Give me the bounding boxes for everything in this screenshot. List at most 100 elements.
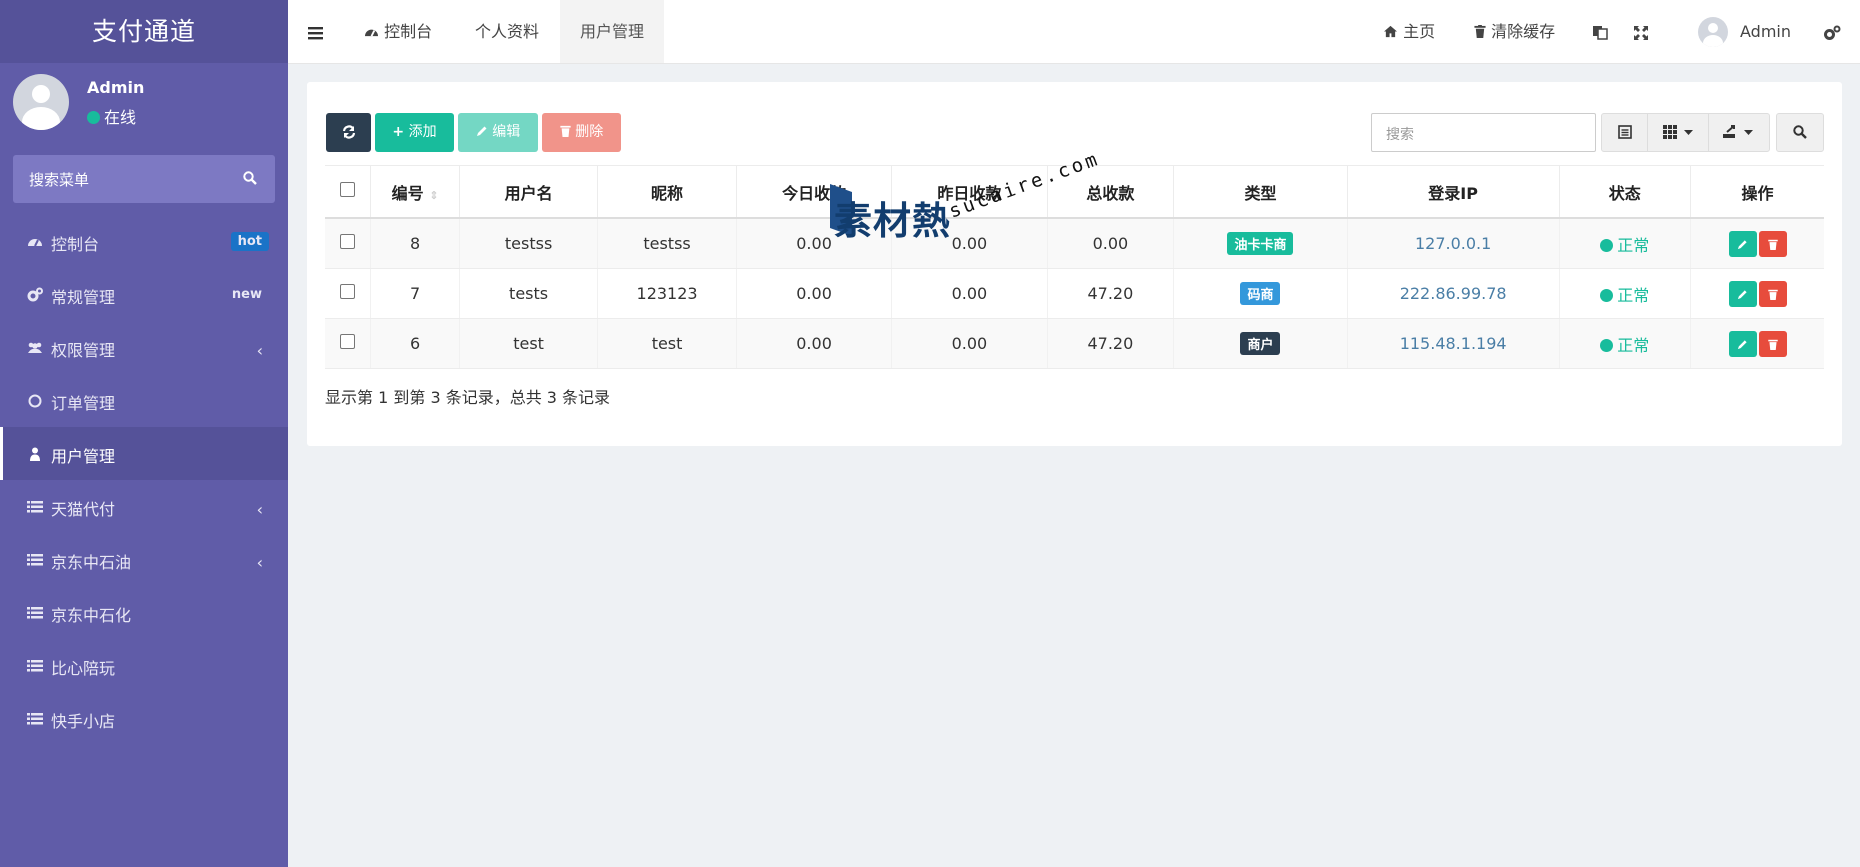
cell-nickname: test [597,318,737,369]
export-icon [1723,125,1735,138]
sidebar-item-orders[interactable]: 订单管理 [0,374,288,427]
card-view-icon [1618,125,1632,139]
columns-dropdown-button[interactable] [1647,113,1710,152]
row-edit-button[interactable] [1728,230,1757,257]
export-dropdown-button[interactable] [1708,113,1770,152]
refresh-button[interactable] [326,113,371,152]
table-row[interactable]: 6 test test 0.00 0.00 47.20 商户 115.48.1.… [325,318,1824,369]
search-icon[interactable] [243,171,257,185]
new-badge: new [231,287,262,302]
home-link[interactable]: 主页 [1383,0,1435,63]
add-button[interactable]: + 添加 [375,113,454,152]
sidebar-search-input[interactable]: 搜索菜单 [13,155,275,203]
delete-button[interactable]: 删除 [542,113,621,152]
sort-icon[interactable]: ⇕ [429,189,438,202]
sidebar-item-permissions[interactable]: 权限管理 ‹ [0,321,288,374]
header-login-ip: 登录IP [1347,165,1560,219]
user-name: Admin [87,78,145,97]
sidebar-item-dashboard[interactable]: 控制台 hot [0,215,288,268]
select-all-checkbox[interactable] [340,182,356,197]
avatar [13,74,69,130]
admin-menu[interactable]: Admin [1740,0,1791,63]
status-dot-icon [1600,338,1614,352]
user-status: 在线 [87,104,136,128]
select-all-cell [325,165,372,219]
cell-ip[interactable]: 115.48.1.194 [1347,318,1560,369]
sidebar-item-label: 快手小店 [51,712,116,731]
row-edit-button[interactable] [1728,330,1757,357]
sidebar-item-tmall[interactable]: 天猫代付 ‹ [0,480,288,533]
chevron-left-icon: ‹ [256,341,263,360]
cell-actions [1690,218,1824,269]
row-checkbox[interactable] [340,334,356,349]
refresh-icon [342,125,355,139]
row-edit-button[interactable] [1728,280,1757,307]
tab-dashboard[interactable]: 控制台 [364,0,432,63]
row-delete-button[interactable] [1758,280,1787,307]
trash-icon [1767,239,1778,250]
sidebar-item-label: 权限管理 [51,341,116,360]
tab-label: 控制台 [384,22,433,41]
cell-username: tests [459,268,599,319]
cell-ip[interactable]: 222.86.99.78 [1347,268,1560,319]
grid-icon [1663,125,1677,139]
settings-button[interactable] [1823,0,1841,63]
cell-type: 油卡卡商 [1173,218,1348,269]
type-badge: 码商 [1240,282,1281,305]
trash-icon [1767,339,1778,350]
row-checkbox[interactable] [340,234,356,249]
cogs-icon [27,287,43,302]
sidebar: 支付通道 Admin 在线 搜索菜单 控制台 hot 常规管理 new 权限管理… [0,0,288,867]
user-icon [30,447,40,461]
tab-label: 个人资料 [475,22,540,41]
table-row[interactable]: 7 tests 123123 0.00 0.00 47.20 码商 222.86… [325,268,1824,319]
sidebar-item-general[interactable]: 常规管理 new [0,268,288,321]
status-text: 正常 [1617,285,1650,305]
brand-logo[interactable]: 支付通道 [0,0,288,63]
tab-user-management[interactable]: 用户管理 [560,0,664,63]
tab-profile[interactable]: 个人资料 [475,0,539,63]
top-navbar: 控制台 个人资料 用户管理 主页 清除缓存 Admin [288,0,1860,64]
chevron-left-icon: ‹ [256,553,263,572]
toggle-view-button[interactable] [1601,113,1649,152]
type-badge: 油卡卡商 [1227,232,1294,255]
caret-down-icon [1684,130,1693,135]
edit-label: 编辑 [492,124,521,140]
search-button[interactable] [1776,113,1824,152]
language-button[interactable] [1592,0,1608,63]
clear-cache-button[interactable]: 清除缓存 [1474,0,1555,63]
avatar[interactable] [1698,17,1728,47]
row-delete-button[interactable] [1758,230,1787,257]
sidebar-item-jd-petrochina[interactable]: 京东中石油 ‹ [0,533,288,586]
pencil-icon [1737,239,1747,249]
table-search-input[interactable]: 搜索 [1371,113,1596,152]
sidebar-item-label: 订单管理 [51,394,116,413]
dashboard-icon [28,239,42,247]
cell-ip[interactable]: 127.0.0.1 [1347,218,1560,269]
status-dot-icon [1600,288,1614,302]
admin-name: Admin [1740,22,1791,41]
tab-label: 用户管理 [579,22,644,41]
row-delete-button[interactable] [1758,330,1787,357]
header-label: 编号 [391,183,424,203]
sidebar-item-label: 比心陪玩 [51,659,116,678]
cell-actions [1690,318,1824,369]
row-checkbox[interactable] [340,284,356,299]
header-type: 类型 [1173,165,1348,219]
menu-toggle-button[interactable] [308,0,332,63]
cell-status: 正常 [1559,218,1692,269]
sidebar-item-bixin[interactable]: 比心陪玩 [0,639,288,692]
header-id[interactable]: 编号 ⇕ [370,165,460,219]
sidebar-item-users[interactable]: 用户管理 [0,427,288,480]
fullscreen-button[interactable] [1634,0,1648,63]
edit-button[interactable]: 编辑 [458,113,538,152]
sidebar-item-jd-sinopec[interactable]: 京东中石化 [0,586,288,639]
sidebar-item-kuaishou[interactable]: 快手小店 [0,692,288,745]
list-icon [27,660,43,672]
list-icon [27,713,43,725]
trash-icon [1474,25,1486,38]
list-icon [27,501,43,513]
cell-nickname: testss [597,218,737,269]
status-dot-icon [1600,238,1614,252]
cell-status: 正常 [1559,318,1692,369]
